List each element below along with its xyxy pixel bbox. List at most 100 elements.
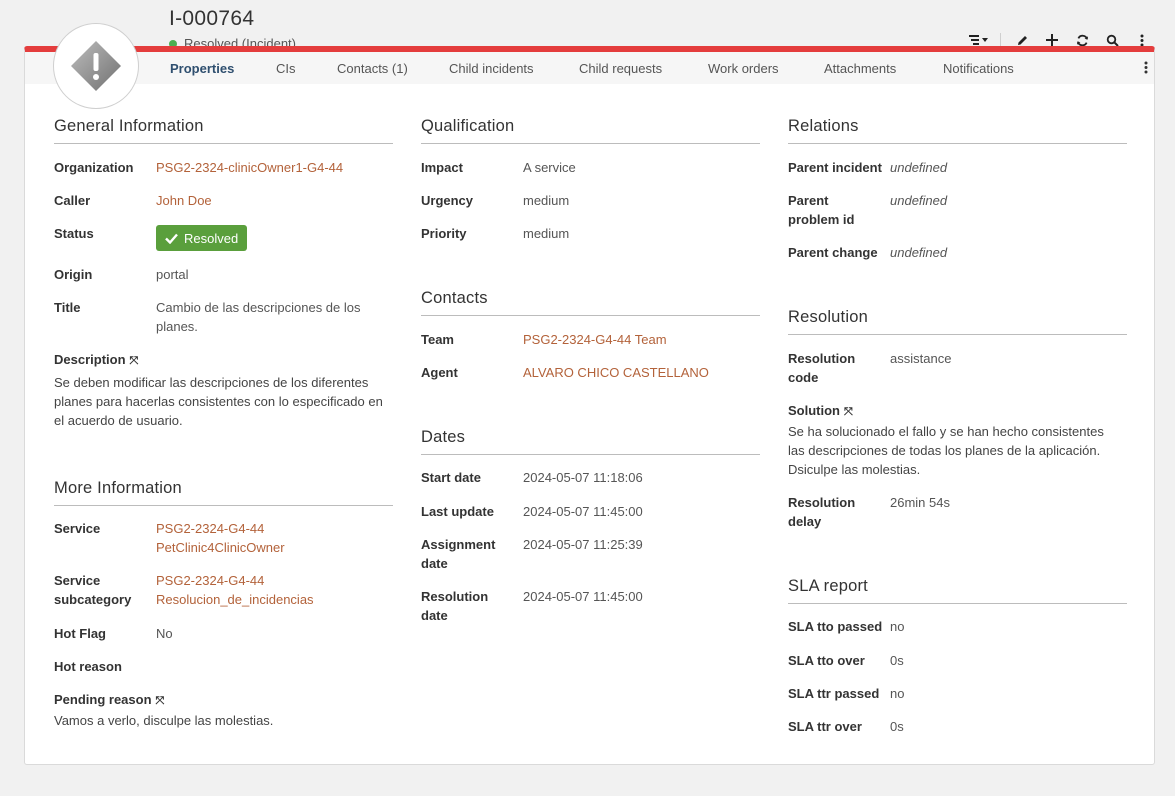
- start-date-value: 2024-05-07 11:18:06: [523, 470, 643, 485]
- status-badge-label: Resolved: [184, 230, 239, 246]
- assignment-date-value: 2024-05-07 11:25:39: [523, 537, 643, 552]
- tab-work-orders[interactable]: Work orders: [708, 61, 779, 76]
- section-more-information: More Information: [54, 479, 393, 506]
- check-icon: [165, 233, 178, 244]
- hot-flag-label: Hot Flag: [54, 626, 106, 641]
- subcategory-link-line2[interactable]: Resolucion_de_incidencias: [156, 590, 314, 609]
- pending-reason-label-text: Pending reason: [54, 692, 152, 707]
- subcategory-label-line1: Service: [54, 573, 101, 588]
- pending-reason-value: Vamos a verlo, disculpe las molestias.: [54, 713, 274, 728]
- assignment-date-label-line1: Assignment: [421, 537, 496, 552]
- resolution-date-label-line2: date: [421, 608, 448, 623]
- resolution-code-value: assistance: [890, 351, 952, 366]
- tab-attachments[interactable]: Attachments: [824, 61, 896, 76]
- start-date-label: Start date: [421, 470, 481, 485]
- origin-label: Origin: [54, 267, 93, 282]
- title-label: Title: [54, 300, 81, 315]
- sla-ttr-over-value: 0s: [890, 719, 904, 734]
- sla-tto-passed-label: SLA tto passed: [788, 619, 883, 634]
- impact-value: A service: [523, 160, 576, 175]
- last-update-value: 2024-05-07 11:45:00: [523, 504, 643, 519]
- incident-logo: [53, 23, 139, 109]
- parent-problem-label-line2: problem id: [788, 212, 855, 227]
- resolution-date-value: 2024-05-07 11:45:00: [523, 589, 643, 604]
- tab-child-requests[interactable]: Child requests: [579, 61, 662, 76]
- origin-value: portal: [156, 267, 189, 282]
- status-badge: Resolved: [156, 225, 248, 251]
- parent-incident-value: undefined: [890, 160, 948, 175]
- parent-problem-label-line1: Parent: [788, 193, 829, 208]
- priority-value: medium: [523, 226, 570, 241]
- tab-properties[interactable]: Properties: [170, 61, 234, 76]
- tab-child-incidents[interactable]: Child incidents: [449, 61, 534, 76]
- status-label: Status: [54, 226, 94, 241]
- solution-line2: las descripciones de todas los planes de…: [788, 443, 1101, 458]
- section-contacts: Contacts: [421, 289, 760, 316]
- description-line3: el acuerdo de usuario.: [54, 413, 183, 428]
- solution-label-text: Solution: [788, 403, 840, 418]
- parent-problem-value: undefined: [890, 193, 948, 208]
- service-link-line1[interactable]: PSG2-2324-G4-44: [156, 519, 264, 538]
- team-link[interactable]: PSG2-2324-G4-44 Team: [523, 330, 667, 349]
- tab-cis[interactable]: CIs: [276, 61, 296, 76]
- warning-icon: [71, 41, 121, 91]
- parent-change-label: Parent change: [788, 245, 878, 260]
- section-sla-report: SLA report: [788, 577, 1127, 604]
- urgency-label: Urgency: [421, 193, 474, 208]
- priority-label: Priority: [421, 226, 467, 241]
- resolution-delay-label-line2: delay: [788, 514, 822, 529]
- subcategory-link-line1[interactable]: PSG2-2324-G4-44: [156, 571, 264, 590]
- sla-ttr-passed-value: no: [890, 686, 905, 701]
- tab-contacts[interactable]: Contacts (1): [337, 61, 408, 76]
- solution-label: Solution ⤧: [788, 401, 853, 422]
- title-value-line2: planes.: [156, 319, 198, 334]
- tabs-more-icon[interactable]: [1144, 61, 1148, 79]
- resolution-delay-label-line1: Resolution: [788, 495, 856, 510]
- sla-ttr-over-label: SLA ttr over: [788, 719, 862, 734]
- description-line2: planes para hacerlas consistentes con lo…: [54, 394, 383, 409]
- assignment-date-label-line2: date: [421, 556, 448, 571]
- section-resolution: Resolution: [788, 308, 1127, 335]
- service-link-line2[interactable]: PetClinic4ClinicOwner: [156, 538, 285, 557]
- caller-link[interactable]: John Doe: [156, 191, 212, 210]
- organization-link[interactable]: PSG2-2324-clinicOwner1-G4-44: [156, 158, 343, 177]
- description-label-text: Description: [54, 352, 126, 367]
- organization-label: Organization: [54, 160, 134, 175]
- title-value-line1: Cambio de las descripciones de los: [156, 300, 361, 315]
- solution-line3: Dsiculpe las molestias.: [788, 462, 921, 477]
- impact-label: Impact: [421, 160, 463, 175]
- sla-ttr-passed-label: SLA ttr passed: [788, 686, 880, 701]
- section-dates: Dates: [421, 428, 760, 455]
- toolbar-divider: [1000, 33, 1001, 47]
- caller-label: Caller: [54, 193, 91, 208]
- expand-icon[interactable]: ⤧: [844, 406, 853, 418]
- section-relations: Relations: [788, 117, 1127, 144]
- resolution-delay-value: 26min 54s: [890, 495, 950, 510]
- resolution-code-label-line1: Resolution: [788, 351, 856, 366]
- last-update-label: Last update: [421, 504, 494, 519]
- description-line1: Se deben modificar las descripciones de …: [54, 375, 369, 390]
- service-label: Service: [54, 521, 101, 536]
- description-label: Description ⤧: [54, 350, 138, 371]
- expand-icon[interactable]: ⤧: [130, 355, 139, 367]
- hot-reason-label: Hot reason: [54, 659, 122, 674]
- sla-tto-passed-value: no: [890, 619, 905, 634]
- pending-reason-label: Pending reason ⤧: [54, 690, 164, 711]
- parent-change-value: undefined: [890, 245, 948, 260]
- resolution-code-label-line2: code: [788, 370, 819, 385]
- subcategory-label-line2: subcategory: [54, 592, 132, 607]
- ticket-ref: I-000764: [169, 7, 255, 30]
- hot-flag-value: No: [156, 626, 173, 641]
- section-qualification: Qualification: [421, 117, 760, 144]
- team-label: Team: [421, 332, 454, 347]
- agent-link[interactable]: ALVARO CHICO CASTELLANO: [523, 363, 709, 382]
- resolution-date-label-line1: Resolution: [421, 589, 489, 604]
- section-general-information: General Information: [54, 117, 393, 144]
- sla-tto-over-label: SLA tto over: [788, 653, 865, 668]
- tab-notifications[interactable]: Notifications: [943, 61, 1014, 76]
- urgency-value: medium: [523, 193, 570, 208]
- parent-incident-label: Parent incident: [788, 160, 882, 175]
- tab-bar: Properties CIs Contacts (1) Child incide…: [25, 52, 1154, 84]
- expand-icon[interactable]: ⤧: [156, 695, 165, 707]
- agent-label: Agent: [421, 365, 458, 380]
